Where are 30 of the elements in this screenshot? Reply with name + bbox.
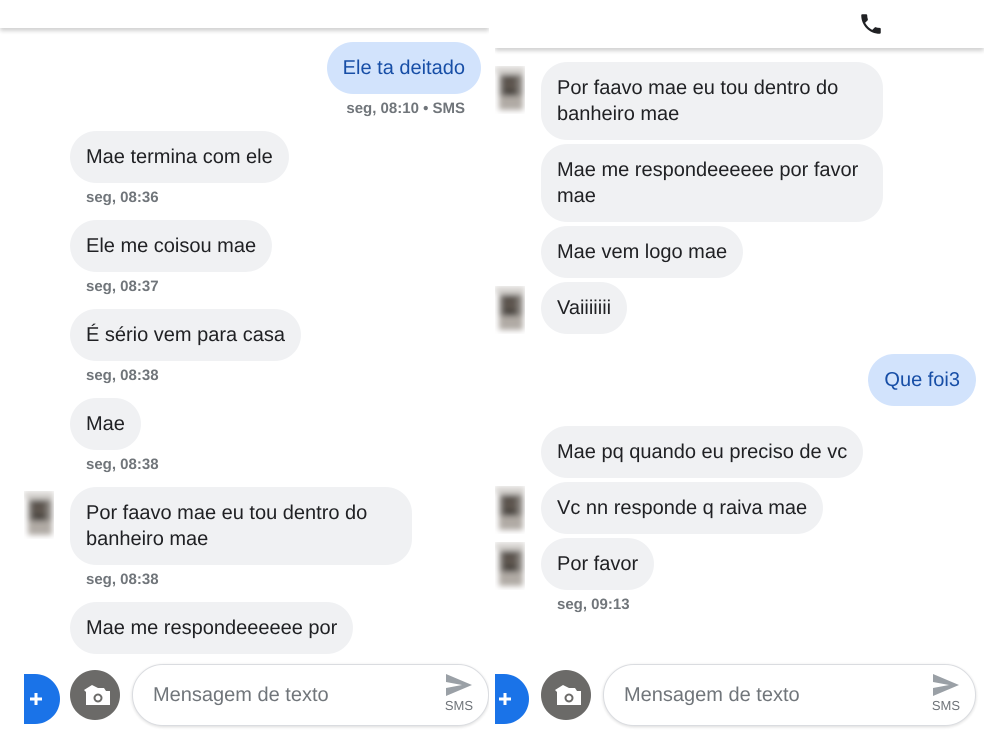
sent-message: Ele ta deitado: [326, 42, 481, 94]
received-message: Mae pq quando eu preciso de vc: [541, 426, 864, 478]
received-message: Mae me respondeeeeee por: [70, 602, 354, 654]
message-timestamp: seg, 08:36: [86, 189, 160, 206]
message-timestamp: seg, 08:38: [86, 456, 160, 473]
message-timestamp: seg, 08:38: [86, 367, 160, 384]
received-message: É sério vem para casa: [70, 309, 301, 361]
received-message: Mae me respondeeeeee por favor mae: [541, 144, 883, 222]
received-message: Mae: [70, 398, 141, 450]
received-message: Mae vem logo mae: [541, 226, 744, 278]
received-message: Vc nn responde q raiva mae: [541, 482, 824, 534]
message-timestamp: seg, 08:37: [86, 278, 160, 295]
message-timestamp: seg, 09:13: [557, 596, 631, 613]
received-message: Por faavo mae eu tou dentro do banheiro mae: [70, 487, 412, 565]
camera-icon[interactable]: [70, 670, 120, 720]
received-message: Vaiiiiiii: [541, 282, 628, 334]
message-timestamp: seg, 08:10 • SMS: [346, 100, 465, 117]
camera-icon[interactable]: [541, 670, 591, 720]
send-label: SMS: [932, 698, 960, 713]
sent-message: Que foi3: [868, 354, 976, 406]
add-icon[interactable]: [24, 674, 60, 724]
send-icon[interactable]: [932, 674, 959, 696]
received-message: Por favor: [541, 538, 654, 590]
message-timestamp: seg, 08:38: [86, 571, 160, 588]
received-message: Por faavo mae eu tou dentro do banheiro mae: [541, 62, 883, 140]
send-icon[interactable]: [446, 674, 472, 696]
add-icon[interactable]: [495, 674, 529, 724]
received-message: Mae termina com ele: [70, 131, 289, 183]
send-label: SMS: [444, 698, 473, 713]
received-message: Ele me coisou mae: [70, 220, 272, 272]
